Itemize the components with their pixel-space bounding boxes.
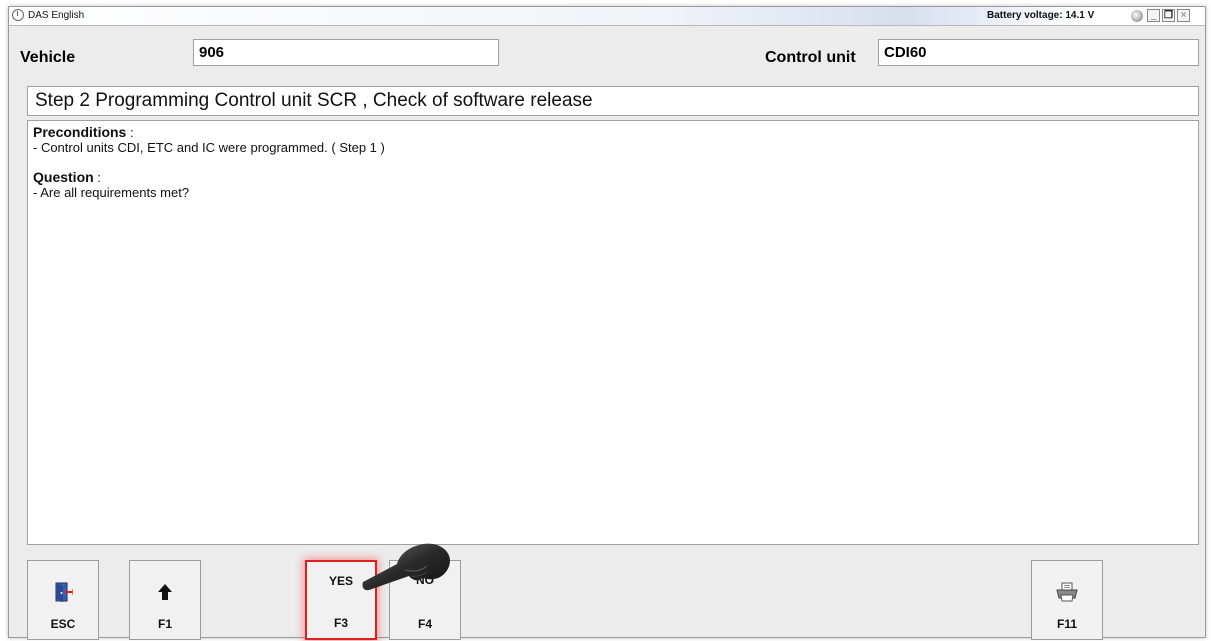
exit-door-icon xyxy=(53,581,73,608)
f3-key-label: F3 xyxy=(333,616,348,630)
question-text: - Are all requirements met? xyxy=(33,185,190,200)
instructions-panel: Preconditions : - Control units CDI, ETC… xyxy=(27,120,1199,545)
arrow-up-icon xyxy=(155,581,175,608)
f1-back-button[interactable]: F1 xyxy=(129,560,201,640)
battery-status-icon xyxy=(1131,10,1143,22)
preconditions-colon: : xyxy=(126,125,134,140)
pointing-hand-icon xyxy=(362,543,450,591)
esc-key-label: ESC xyxy=(50,617,76,631)
das-window: DAS English Battery voltage: 14.1 V _ ❐ … xyxy=(8,6,1206,640)
f1-key-label: F1 xyxy=(157,617,172,631)
mercedes-star-icon xyxy=(12,9,24,21)
vehicle-label: Vehicle xyxy=(20,49,76,66)
control-unit-label: Control unit xyxy=(765,49,856,66)
f4-key-label: F4 xyxy=(417,617,432,631)
printer-icon xyxy=(1055,581,1079,608)
minimize-button[interactable]: _ xyxy=(1147,9,1160,22)
f11-print-button[interactable]: F11 xyxy=(1031,560,1103,640)
step-title: Step 2 Programming Control unit SCR , Ch… xyxy=(27,86,1199,116)
restore-button[interactable]: ❐ xyxy=(1162,9,1175,22)
preconditions-text: - Control units CDI, ETC and IC were pro… xyxy=(33,140,385,155)
vehicle-field: 906 xyxy=(193,39,499,66)
question-heading: Question xyxy=(33,169,94,185)
app-title: DAS English xyxy=(28,10,85,21)
battery-voltage: Battery voltage: 14.1 V xyxy=(987,10,1095,21)
title-bar: DAS English Battery voltage: 14.1 V _ ❐ … xyxy=(9,7,1205,26)
preconditions-heading: Preconditions xyxy=(33,124,127,140)
control-unit-field: CDI60 xyxy=(878,39,1199,66)
esc-button[interactable]: ESC xyxy=(27,560,99,640)
close-button[interactable]: × xyxy=(1177,9,1190,22)
f11-key-label: F11 xyxy=(1056,617,1077,631)
question-colon: : xyxy=(93,170,101,185)
